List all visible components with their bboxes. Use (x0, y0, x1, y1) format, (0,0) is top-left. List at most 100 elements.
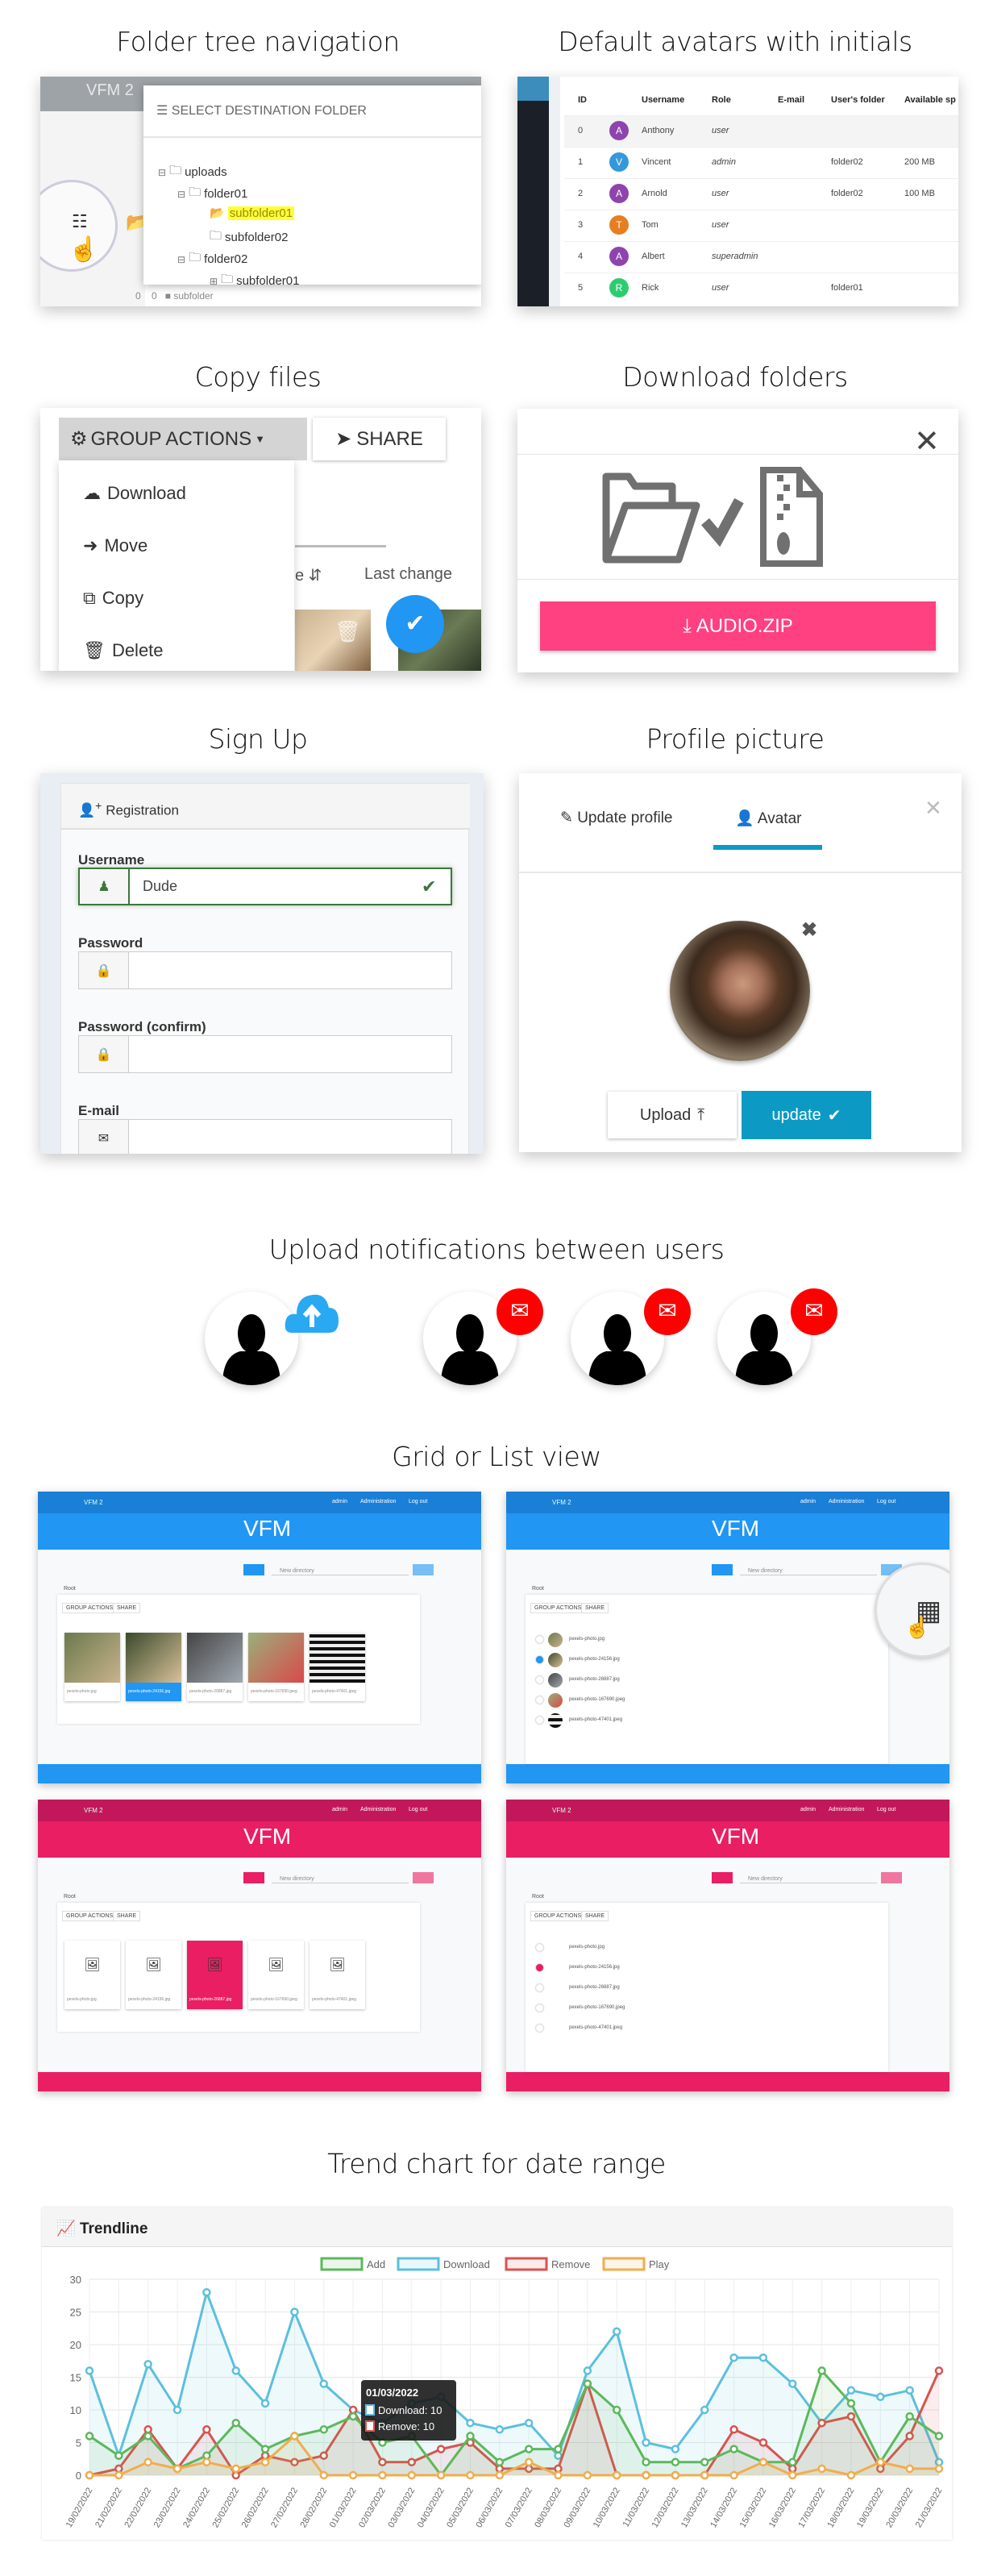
data-point[interactable] (671, 2470, 680, 2480)
data-point[interactable] (817, 2366, 826, 2375)
data-point[interactable] (729, 2470, 738, 2480)
data-point[interactable] (172, 2464, 182, 2474)
legend-item-download[interactable]: Download (397, 2257, 490, 2271)
file-card[interactable]: 🖼 pexels-photo.jpg (64, 1941, 120, 2009)
file-card[interactable]: pexels-photo-167690.jpeg (248, 1633, 304, 1701)
remove-avatar-icon[interactable]: ✖ (801, 918, 817, 942)
select-checkbox[interactable] (536, 1656, 543, 1663)
data-point[interactable] (905, 2386, 914, 2395)
column-header[interactable]: User's folder (831, 95, 885, 105)
menu-item-copy[interactable]: ⧉ Copy (83, 588, 143, 609)
file-card[interactable]: pexels-photo-24156.jpg (126, 1633, 181, 1701)
data-point[interactable] (554, 2470, 563, 2480)
tree-node[interactable]: ⊞ 🗀 subfolder01 (210, 271, 299, 291)
selected-check-icon[interactable]: ✔ (386, 595, 444, 653)
data-point[interactable] (495, 2425, 505, 2434)
data-point[interactable] (934, 2366, 944, 2375)
column-header[interactable]: Username (642, 95, 684, 105)
data-point[interactable] (671, 2457, 680, 2467)
data-point[interactable] (319, 2425, 329, 2434)
group-actions-button[interactable]: ⚙ GROUP ACTIONS ▼ (59, 418, 307, 460)
upload-button[interactable] (243, 1564, 264, 1575)
data-point[interactable] (758, 2438, 768, 2447)
column-header[interactable]: Role (712, 95, 731, 105)
data-point[interactable] (495, 2470, 505, 2480)
data-point[interactable] (231, 2464, 240, 2474)
data-point[interactable] (202, 2287, 211, 2297)
data-point[interactable] (642, 2438, 650, 2447)
data-point[interactable] (583, 2366, 592, 2375)
data-point[interactable] (348, 2412, 358, 2421)
select-checkbox[interactable] (536, 1636, 543, 1643)
tab-update-profile[interactable]: ✎ Update profile (560, 809, 673, 827)
data-point[interactable] (378, 2470, 387, 2480)
data-point[interactable] (642, 2470, 650, 2480)
data-point[interactable] (466, 2418, 475, 2428)
upload-button[interactable] (712, 1564, 733, 1575)
data-point[interactable] (319, 2470, 329, 2480)
legend-item-add[interactable]: Add (320, 2257, 385, 2271)
download-zip-button[interactable]: ⤓ AUDIO.ZIP (540, 601, 936, 651)
data-point[interactable] (290, 2308, 299, 2316)
username-input[interactable]: ♟ Dude ✔ (78, 868, 452, 905)
new-folder-button[interactable] (413, 1872, 434, 1883)
close-icon[interactable]: ✕ (924, 796, 942, 821)
last-change-column-header[interactable]: Last change (364, 565, 452, 584)
data-point[interactable] (583, 2470, 592, 2480)
data-point[interactable] (260, 2445, 270, 2453)
collapse-icon[interactable]: ⊟ (158, 167, 166, 178)
select-checkbox[interactable] (536, 1984, 543, 1991)
new-folder-button[interactable] (881, 1872, 902, 1883)
expand-icon[interactable]: ⊞ (210, 276, 218, 287)
legend-item-remove[interactable]: Remove (505, 2257, 590, 2271)
data-point[interactable] (436, 2445, 446, 2453)
data-point[interactable] (143, 2360, 152, 2369)
tab-avatar[interactable]: 👤 Avatar (735, 809, 801, 828)
data-point[interactable] (788, 2379, 797, 2388)
data-point[interactable] (905, 2412, 914, 2421)
upload-button[interactable] (712, 1872, 733, 1883)
data-point[interactable] (876, 2392, 885, 2402)
file-card[interactable]: 🖼 pexels-photo-47401.jpeg (310, 1941, 365, 2009)
data-point[interactable] (466, 2432, 475, 2441)
data-point[interactable] (788, 2457, 797, 2467)
data-point[interactable] (846, 2399, 856, 2408)
password-input[interactable]: 🔒 (78, 951, 452, 989)
data-point[interactable] (524, 2445, 534, 2453)
upload-button[interactable] (243, 1872, 264, 1883)
file-card[interactable]: pexels-photo.jpg (64, 1633, 120, 1701)
data-point[interactable] (114, 2451, 123, 2460)
data-point[interactable] (436, 2470, 446, 2480)
data-point[interactable] (524, 2418, 534, 2428)
data-point[interactable] (671, 2445, 680, 2453)
legend-item-play[interactable]: Play (602, 2257, 670, 2271)
data-point[interactable] (407, 2470, 417, 2480)
data-point[interactable] (231, 2366, 240, 2375)
data-point[interactable] (612, 2327, 621, 2337)
data-point[interactable] (612, 2405, 621, 2415)
tree-node[interactable]: 📂 subfolder01 (210, 206, 295, 220)
data-point[interactable] (934, 2432, 944, 2441)
share-button[interactable]: ➤ SHARE (313, 418, 446, 460)
column-header[interactable]: E-mail (778, 95, 804, 105)
select-checkbox[interactable] (536, 1696, 543, 1704)
select-checkbox[interactable] (536, 1676, 543, 1683)
file-card[interactable]: pexels-photo-47401.jpeg (310, 1633, 365, 1701)
data-point[interactable] (202, 2451, 211, 2460)
data-point[interactable] (143, 2432, 152, 2441)
username-value[interactable]: Dude (130, 869, 422, 904)
data-point[interactable] (758, 2353, 768, 2362)
select-checkbox[interactable] (536, 2004, 543, 2012)
column-header[interactable]: ID (578, 95, 587, 105)
data-point[interactable] (817, 2464, 826, 2474)
select-checkbox[interactable] (536, 1944, 543, 1951)
data-point[interactable] (348, 2470, 358, 2480)
data-point[interactable] (846, 2386, 856, 2395)
collapse-icon[interactable]: ⊟ (177, 189, 185, 200)
data-point[interactable] (114, 2470, 123, 2480)
data-point[interactable] (642, 2457, 650, 2467)
tree-node[interactable]: ⊟ 🗀 folder02 (177, 249, 247, 269)
data-point[interactable] (466, 2470, 475, 2480)
file-card[interactable]: 🖼 pexels-photo-24156.jpg (126, 1941, 181, 2009)
data-point[interactable] (260, 2399, 270, 2408)
